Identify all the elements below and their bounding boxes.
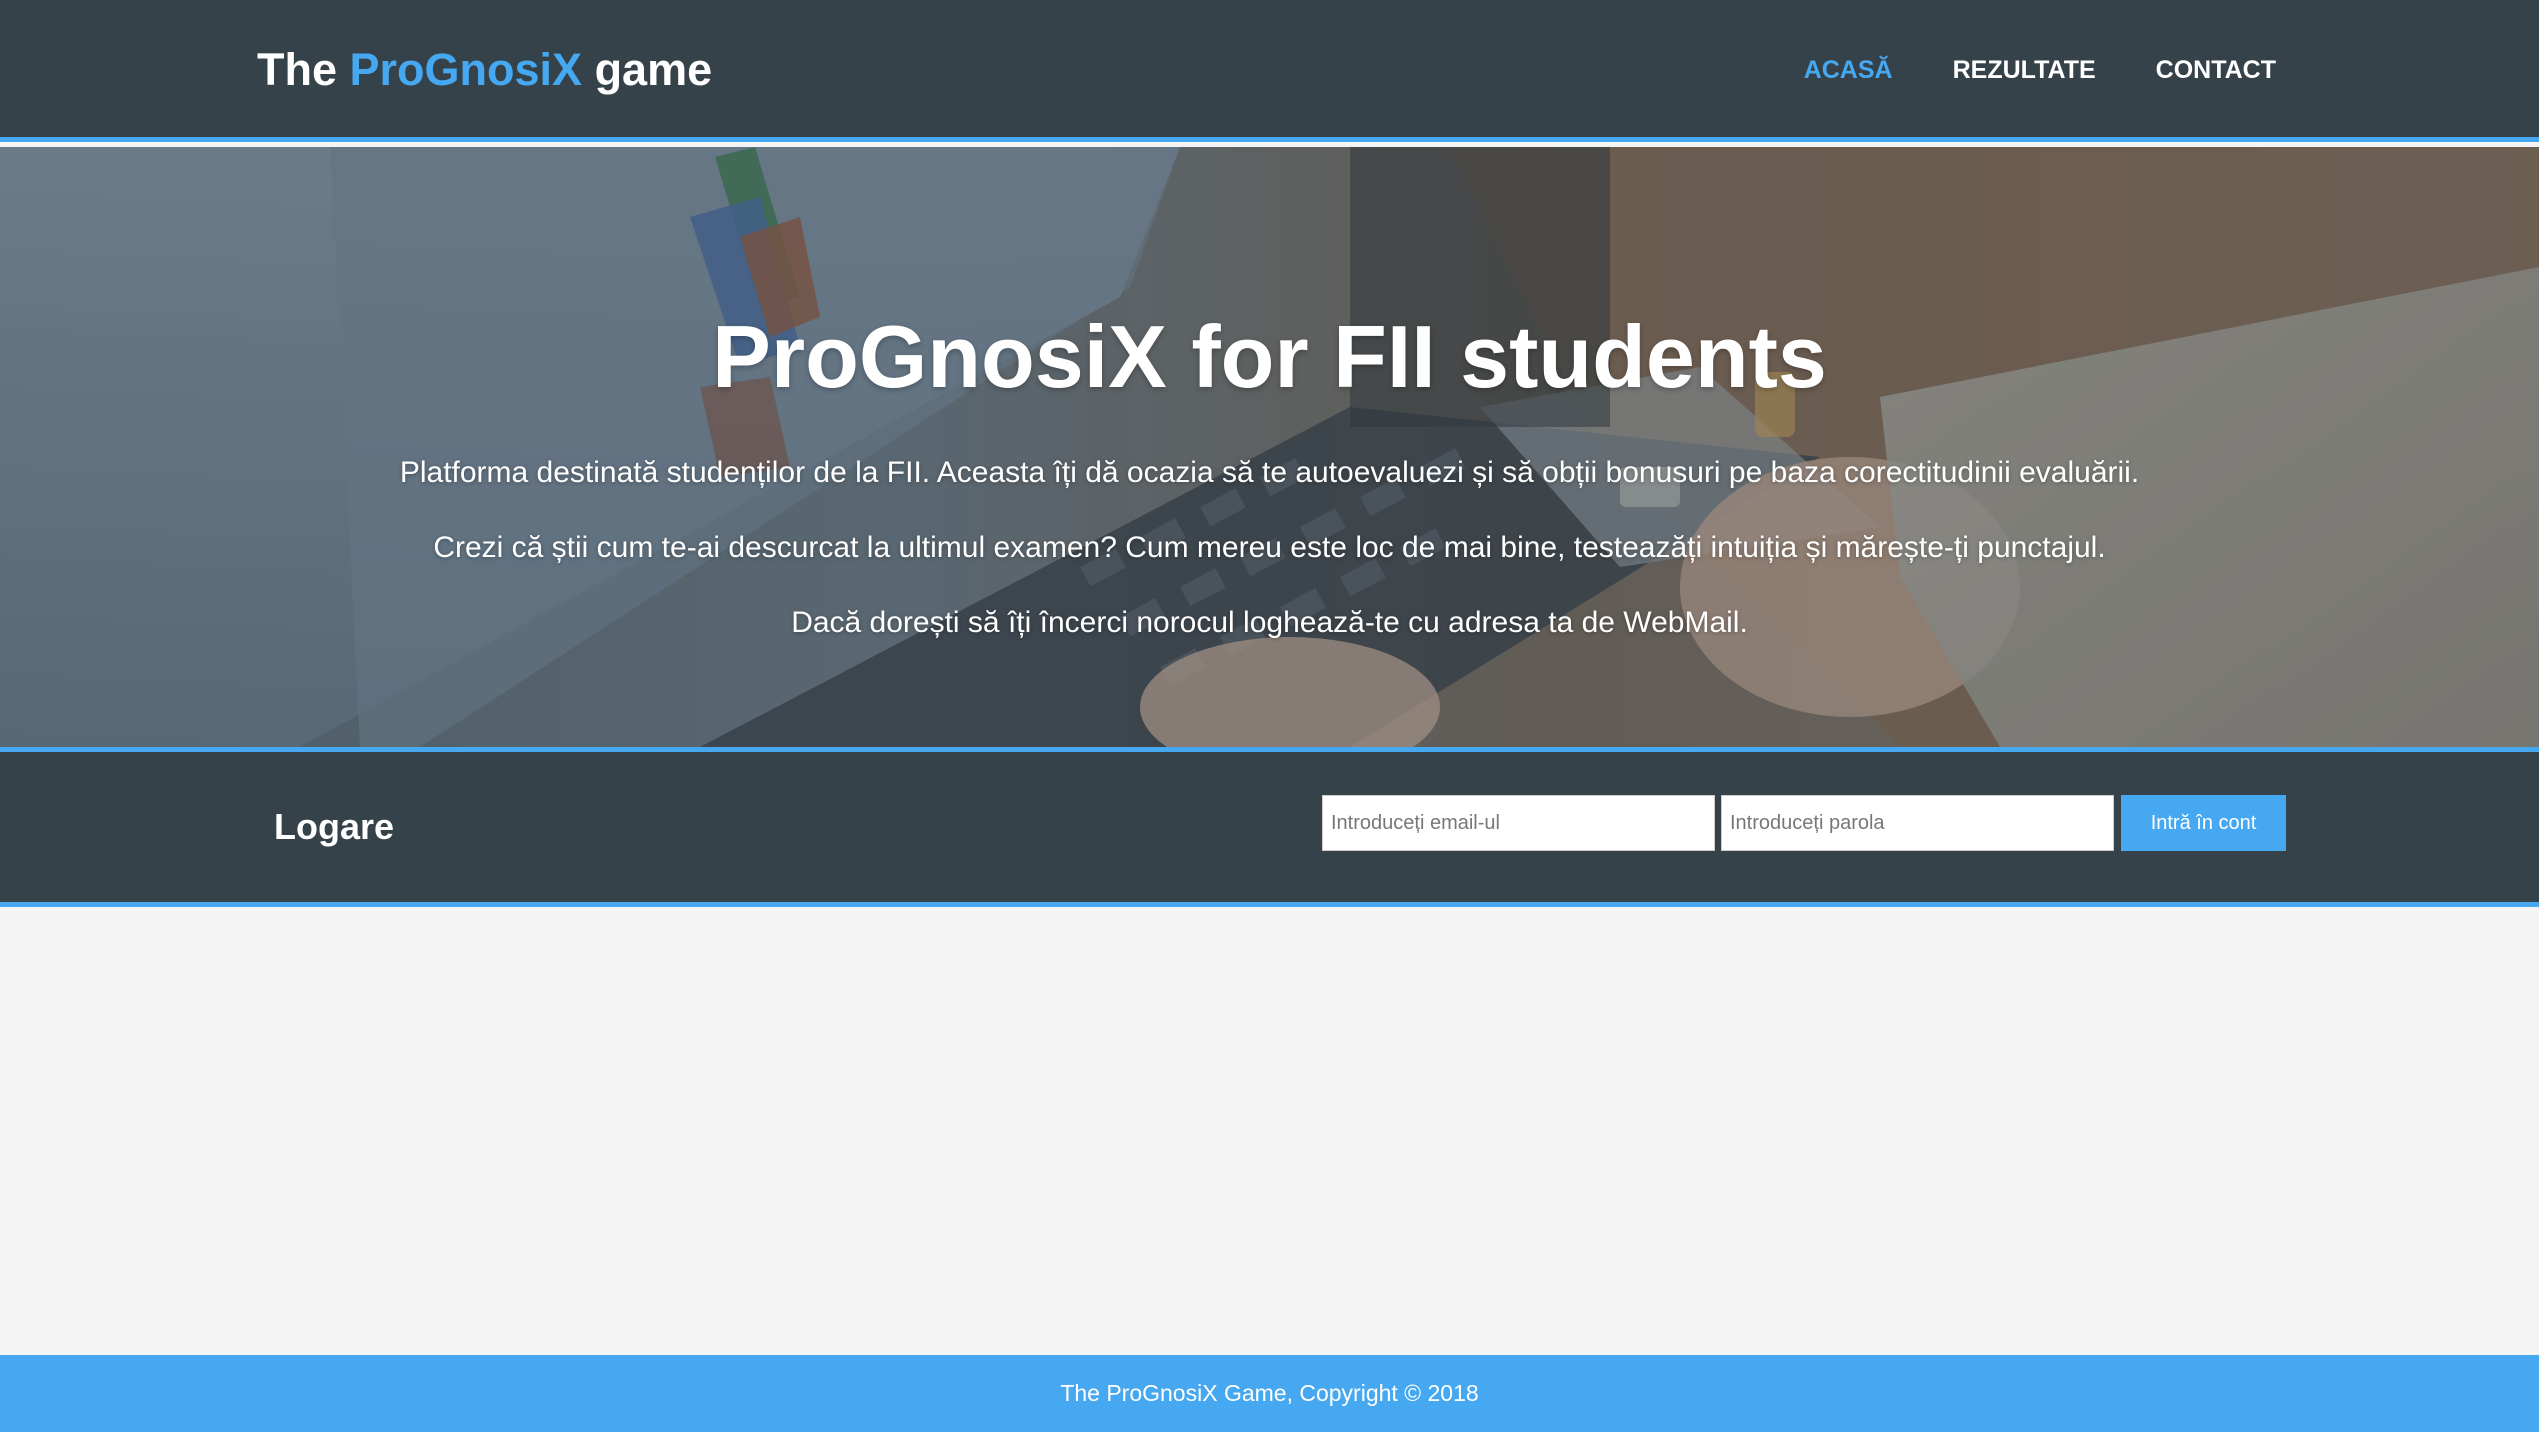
login-title: Logare <box>274 806 395 847</box>
hero-paragraph-1: Platforma destinată studenților de la FI… <box>399 456 2140 489</box>
hero-section: ProGnosiX for FII students Platforma des… <box>0 147 2539 747</box>
login-bar: Logare Intră în cont <box>0 747 2539 907</box>
main-nav: ACASĂ REZULTATE CONTACT <box>1804 52 2276 88</box>
email-input[interactable] <box>1322 795 1715 851</box>
hero-paragraph-2: Crezi că știi cum te-ai descurcat la ult… <box>433 531 2106 564</box>
nav-link-rezultate[interactable]: REZULTATE <box>1953 52 2096 88</box>
logo-prefix: The <box>257 44 350 95</box>
hero-content: ProGnosiX for FII students Platforma des… <box>0 147 2539 747</box>
site-header: The ProGnosiX game ACASĂ REZULTATE CONTA… <box>0 0 2539 142</box>
hero-paragraph-3: Dacă dorești să îți încerci norocul logh… <box>791 606 1748 639</box>
nav-link-contact[interactable]: CONTACT <box>2156 52 2276 88</box>
site-logo[interactable]: The ProGnosiX game <box>257 40 712 100</box>
login-button[interactable]: Intră în cont <box>2121 795 2286 851</box>
nav-link-acasa[interactable]: ACASĂ <box>1804 52 1893 88</box>
footer-copyright: The ProGnosiX Game, Copyright © 2018 <box>1060 1380 1479 1406</box>
password-input[interactable] <box>1721 795 2114 851</box>
hero-title: ProGnosiX for FII students <box>712 307 1827 406</box>
logo-suffix: game <box>582 44 713 95</box>
site-footer: The ProGnosiX Game, Copyright © 2018 <box>0 1355 2539 1432</box>
logo-highlight: ProGnosiX <box>349 44 583 95</box>
